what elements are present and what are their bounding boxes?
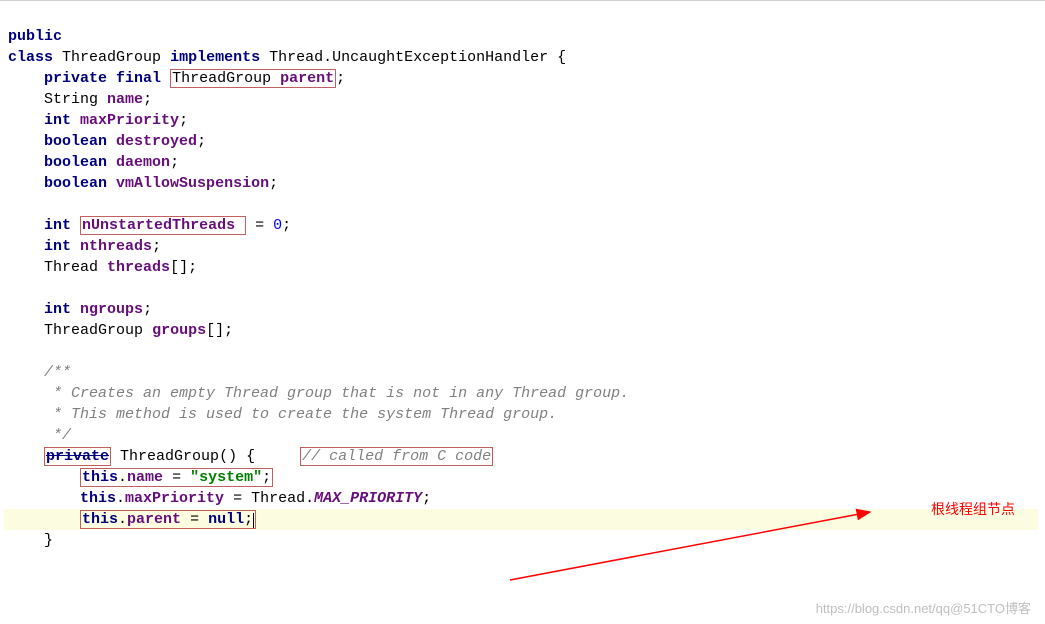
kw-private-struck: private <box>46 448 109 465</box>
kw-this-2: this <box>80 490 116 507</box>
kw-private: private <box>44 70 107 87</box>
field-ngroups: ngroups <box>80 301 143 318</box>
kw-this-3: this <box>82 511 118 528</box>
kw-null: null <box>208 511 244 528</box>
field-vmallow: vmAllowSuspension <box>116 175 269 192</box>
kw-boolean-3: boolean <box>44 175 107 192</box>
thread-class-ref: Thread <box>251 490 305 507</box>
parent-type: ThreadGroup <box>172 70 271 87</box>
annotation-label: 根线程组节点 <box>931 500 1015 520</box>
text-cursor <box>253 513 254 528</box>
highlight-call-comment: // called from C code <box>300 447 493 466</box>
kw-implements: implements <box>170 49 260 66</box>
close-brace-method: } <box>44 532 53 549</box>
kw-int-4: int <box>44 301 71 318</box>
watermark-left: https://blog.csdn.net/qq <box>816 601 950 616</box>
kw-boolean-1: boolean <box>44 133 107 150</box>
iface-name: Thread.UncaughtExceptionHandler <box>269 49 548 66</box>
watermark: https://blog.csdn.net/qq@51CTO博客 <box>816 600 1031 618</box>
ref-parent: parent <box>127 511 181 528</box>
system-string: "system" <box>190 469 262 486</box>
thread-type: Thread <box>44 259 98 276</box>
ctor-name: ThreadGroup <box>120 448 219 465</box>
javadoc-open: /** <box>44 364 71 381</box>
highlight-parent-decl: ThreadGroup parent <box>170 69 336 88</box>
javadoc-line1: * Creates an empty Thread group that is … <box>44 385 629 402</box>
kw-boolean-2: boolean <box>44 154 107 171</box>
kw-int-1: int <box>44 112 71 129</box>
kw-int-3: int <box>44 238 71 255</box>
javadoc-line2: * This method is used to create the syst… <box>44 406 557 423</box>
field-parent: parent <box>280 70 334 87</box>
max-priority-const: MAX_PRIORITY <box>314 490 422 507</box>
kw-this-1: this <box>82 469 118 486</box>
ref-name: name <box>127 469 163 486</box>
highlight-nunstarted: nUnstartedThreads <box>80 216 246 235</box>
ref-maxpriority: maxPriority <box>125 490 224 507</box>
field-name: name <box>107 91 143 108</box>
threadgroup-type: ThreadGroup <box>44 322 143 339</box>
field-nthreads: nthreads <box>80 238 152 255</box>
highlight-private-ctor: private <box>44 447 111 466</box>
highlighted-line: this.parent = null; <box>4 509 1038 530</box>
javadoc-close: */ <box>44 427 71 444</box>
field-groups: groups <box>152 322 206 339</box>
ctor-comment: // called from C code <box>302 448 491 465</box>
code-panel: public class ThreadGroup implements Thre… <box>0 0 1045 555</box>
field-maxpriority: maxPriority <box>80 112 179 129</box>
kw-final: final <box>116 70 161 87</box>
kw-int-2: int <box>44 217 71 234</box>
string-type: String <box>44 91 98 108</box>
highlight-this-name: this.name = "system"; <box>80 468 273 487</box>
field-nunstarted: nUnstartedThreads <box>82 217 235 234</box>
highlight-parent-null: this.parent = null; <box>80 510 256 529</box>
watermark-right: @51CTO博客 <box>950 601 1031 616</box>
kw-public: public <box>8 28 62 45</box>
kw-class: class <box>8 49 53 66</box>
zero-literal: 0 <box>273 217 282 234</box>
field-daemon: daemon <box>116 154 170 171</box>
open-brace: { <box>557 49 566 66</box>
field-destroyed: destroyed <box>116 133 197 150</box>
class-name: ThreadGroup <box>62 49 161 66</box>
field-threads: threads <box>107 259 170 276</box>
